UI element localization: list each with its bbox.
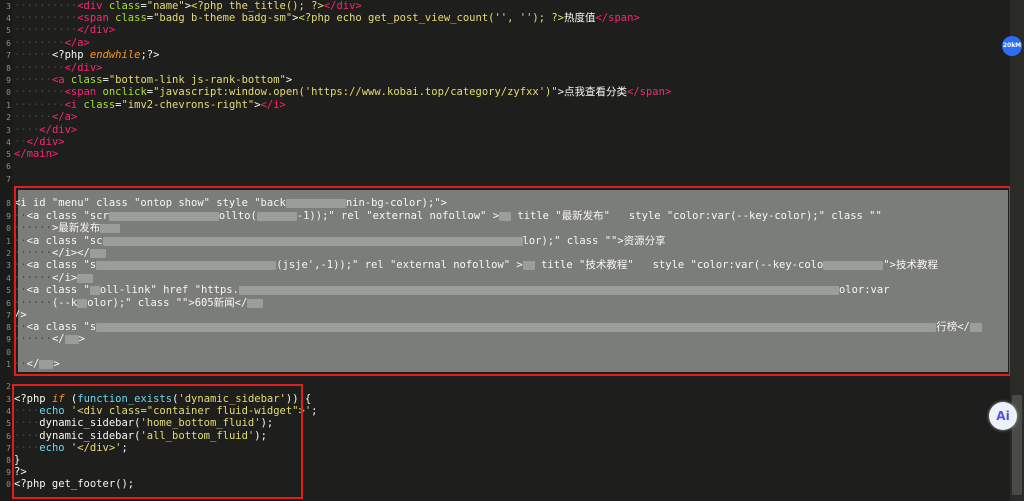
code-token: </main> xyxy=(14,148,59,160)
code-token: <?php xyxy=(51,49,90,61)
code-token: "imv2-chevrons-right" xyxy=(121,99,255,111)
line-number: 6 xyxy=(6,162,11,171)
code-text: ······</a> xyxy=(14,111,77,124)
code-token: <span xyxy=(64,86,103,98)
indent-guide: ········ xyxy=(14,37,65,49)
code-token: "javascript:window.open('https://www.kob… xyxy=(153,86,558,98)
code-token: </div> xyxy=(77,24,116,36)
code-token: <i xyxy=(64,99,84,111)
code-token: <span xyxy=(77,12,116,24)
line-number: 0 xyxy=(6,88,11,97)
code-line[interactable]: 2 ······</a> xyxy=(0,111,1010,124)
code-line[interactable]: 7 xyxy=(0,173,1010,186)
indent-guide: ·········· xyxy=(14,24,78,36)
line-number: 1 xyxy=(6,360,11,369)
line-number: 3 xyxy=(6,261,11,270)
code-token: 热度值 xyxy=(564,12,596,24)
code-text: ··········</div> xyxy=(14,24,115,37)
code-token: </span> xyxy=(627,86,672,98)
code-token: class xyxy=(70,74,103,86)
code-line[interactable]: 5 ··········</div> xyxy=(0,24,1010,37)
code-token: onclick xyxy=(102,86,147,98)
code-token: ; xyxy=(311,405,318,417)
line-number: 2 xyxy=(6,113,11,122)
code-line[interactable]: 0 ········<span onclick="javascript:windo… xyxy=(0,86,1010,99)
code-token: </div> xyxy=(64,62,103,74)
code-token: </a> xyxy=(64,37,90,49)
code-token: </div> xyxy=(39,124,78,136)
line-number: 2 xyxy=(6,382,11,391)
code-token: "badg b-theme badg-sm" xyxy=(153,12,293,24)
code-token: "name" xyxy=(146,0,185,12)
code-token: </span> xyxy=(595,12,640,24)
code-text: ······<?php endwhile;?> xyxy=(14,49,159,62)
code-token: <?php the_title(); ?> xyxy=(191,0,324,12)
floating-badge[interactable]: 20kM xyxy=(1002,36,1022,56)
ai-assistant-button[interactable]: Ai xyxy=(989,402,1017,430)
code-text: ········<span onclick="javascript:window… xyxy=(14,86,671,99)
indent-guide: ·· xyxy=(14,136,27,148)
line-number: 0 xyxy=(6,224,11,233)
code-token: </div> xyxy=(26,136,65,148)
code-token: class xyxy=(108,0,141,12)
indent-guide: ······ xyxy=(14,111,52,123)
indent-guide: ·········· xyxy=(14,12,78,24)
indent-guide: ·········· xyxy=(14,0,78,12)
code-token: class xyxy=(115,12,147,24)
line-number: 5 xyxy=(6,286,11,295)
indent-guide: ········ xyxy=(14,62,65,74)
line-number: 5 xyxy=(6,419,11,428)
code-token: </i> xyxy=(260,99,286,111)
code-line[interactable]: 7 ······<?php endwhile;?> xyxy=(0,49,1010,62)
code-token: <?php echo get_post_view_count('', ''); … xyxy=(298,12,565,24)
code-token: ;?> xyxy=(140,49,160,61)
indent-guide: ···· xyxy=(14,124,40,136)
indent-guide: ······ xyxy=(14,74,52,86)
line-number: 7 xyxy=(6,175,11,184)
code-line[interactable]: 6 xyxy=(0,160,1010,173)
code-token: </a> xyxy=(51,111,78,123)
indent-guide: ········ xyxy=(14,99,65,111)
code-token: > xyxy=(285,74,293,86)
code-token: <a xyxy=(51,74,71,86)
highlight-box-sidebar-block xyxy=(12,384,303,499)
indent-guide: ······ xyxy=(14,49,52,61)
code-token: </div> xyxy=(323,0,362,12)
line-number: 7 xyxy=(6,51,11,60)
line-number: 0 xyxy=(6,480,11,489)
line-number: 9 xyxy=(6,335,11,344)
line-number: 8 xyxy=(6,199,11,208)
indent-guide: ········ xyxy=(14,86,65,98)
code-token: "bottom-link js-rank-bottom" xyxy=(108,74,286,86)
code-token: class xyxy=(83,99,116,111)
code-token: >点我查看分类 xyxy=(557,86,628,98)
line-number: 5 xyxy=(6,26,11,35)
code-token: endwhile xyxy=(89,49,141,61)
code-token: <div xyxy=(77,0,109,12)
highlight-box-menu-block xyxy=(14,186,1011,376)
